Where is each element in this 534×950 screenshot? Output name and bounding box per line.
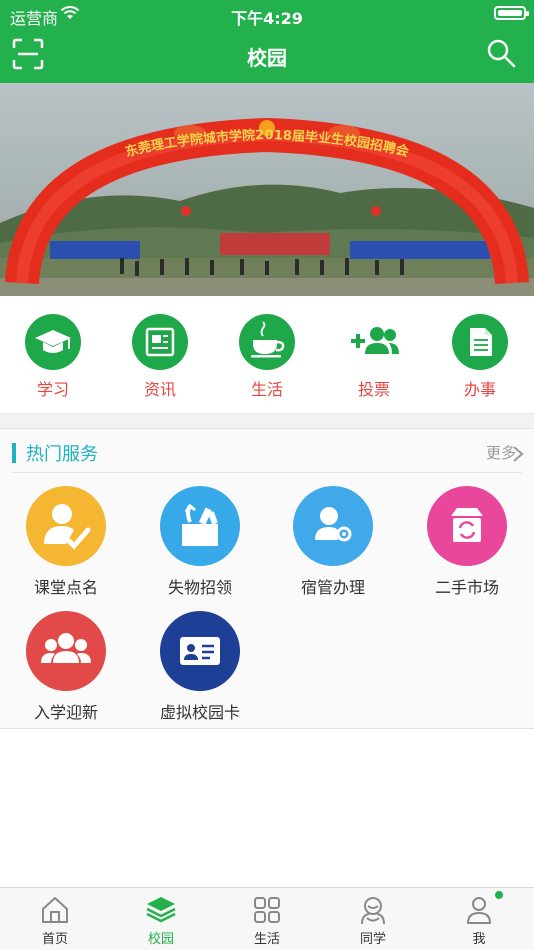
- quick-item-news[interactable]: 资讯: [120, 314, 200, 400]
- profile-icon: [463, 891, 503, 926]
- banner-photo: [0, 83, 534, 296]
- classmates-icon: [357, 894, 389, 926]
- section-divider: [0, 414, 534, 429]
- tab-label: 我: [472, 932, 486, 947]
- service-label: 二手市场: [434, 578, 499, 597]
- coffee-cup-icon: [239, 314, 295, 370]
- hot-services-title: 热门服务: [26, 444, 98, 465]
- service-label: 课堂点名: [33, 578, 98, 597]
- service-label: 入学迎新: [33, 703, 98, 722]
- tab-label: 首页: [41, 932, 68, 947]
- attendance-icon: [26, 486, 106, 566]
- layers-icon: [145, 894, 177, 926]
- page-title: 校园: [247, 46, 287, 70]
- hot-services-header: 热门服务 更多: [12, 439, 524, 473]
- quick-label: 投票: [357, 380, 390, 399]
- service-lost-found[interactable]: 失物招领: [145, 486, 255, 598]
- tab-label: 同学: [359, 932, 386, 947]
- quick-actions: 学习 资讯 生活 投票 办事: [0, 296, 534, 414]
- section-accent-bar: [12, 443, 16, 463]
- service-campus-card[interactable]: 虚拟校园卡: [145, 611, 255, 723]
- tab-home[interactable]: 首页: [20, 894, 90, 947]
- tab-campus[interactable]: 校园: [126, 894, 196, 947]
- graduation-cap-icon: [25, 314, 81, 370]
- freshman-icon: [26, 611, 106, 691]
- lost-found-icon: [160, 486, 240, 566]
- service-label: 宿管办理: [300, 578, 365, 597]
- service-second-hand[interactable]: 二手市场: [412, 486, 522, 598]
- quick-item-affairs[interactable]: 办事: [440, 314, 520, 400]
- service-attendance[interactable]: 课堂点名: [11, 486, 121, 598]
- tab-me[interactable]: 我: [444, 891, 514, 947]
- service-dorm[interactable]: 宿管办理: [278, 486, 388, 598]
- dorm-admin-icon: [293, 486, 373, 566]
- tab-classmates[interactable]: 同学: [338, 894, 408, 947]
- chevron-right-icon: [513, 446, 524, 462]
- quick-label: 生活: [250, 380, 283, 399]
- document-icon: [452, 314, 508, 370]
- quick-label: 资讯: [143, 380, 176, 399]
- second-hand-icon: [427, 486, 507, 566]
- campus-card-icon: [160, 611, 240, 691]
- quick-item-study[interactable]: 学习: [13, 314, 93, 400]
- battery-icon: [494, 6, 529, 20]
- service-label: 虚拟校园卡: [159, 703, 240, 722]
- hot-services: 热门服务 更多 课堂点名 失物招领 宿管办理 二手市场 入学迎新 虚拟校园卡: [0, 429, 534, 729]
- quick-label: 办事: [463, 380, 496, 399]
- service-label: 失物招领: [167, 578, 232, 597]
- grid-icon: [251, 894, 283, 926]
- quick-item-vote[interactable]: 投票: [334, 314, 414, 400]
- quick-item-life[interactable]: 生活: [227, 314, 307, 400]
- tab-bar: 首页 校园 生活 同学 我: [0, 887, 534, 950]
- quick-label: 学习: [36, 380, 69, 399]
- status-time: 下午4:29: [231, 9, 303, 28]
- more-link[interactable]: 更多: [486, 442, 524, 463]
- header: 运营商 下午4:29 校园: [0, 0, 534, 83]
- news-icon: [132, 314, 188, 370]
- service-freshman[interactable]: 入学迎新: [11, 611, 121, 723]
- search-icon[interactable]: [486, 38, 516, 68]
- screen: 运营商 下午4:29 校园 东莞理工学院城市学院2018届毕业生校园招聘会 学习…: [0, 0, 534, 950]
- status-bar: 运营商 下午4:29: [0, 0, 534, 28]
- tab-life[interactable]: 生活: [232, 894, 302, 947]
- tab-label: 生活: [253, 932, 280, 947]
- add-users-icon: [339, 314, 409, 370]
- banner-image[interactable]: 东莞理工学院城市学院2018届毕业生校园招聘会: [0, 83, 534, 296]
- tab-label: 校园: [147, 932, 174, 947]
- home-icon: [39, 894, 71, 926]
- notification-dot: [495, 891, 503, 899]
